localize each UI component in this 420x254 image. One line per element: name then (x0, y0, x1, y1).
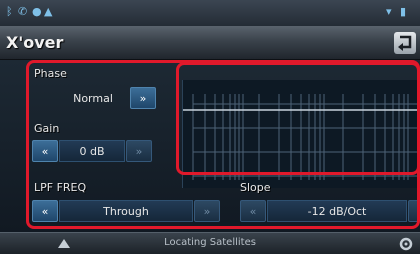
battery-icon: ▮ (400, 5, 407, 18)
settings-icon[interactable] (398, 236, 414, 252)
return-icon (398, 35, 412, 51)
signal-icon: ▾ (386, 5, 392, 18)
bottom-bar: Locating Satellites (0, 232, 420, 254)
page-title: X'over (6, 33, 64, 52)
xover-panel: Phase Normal » Gain « 0 dB » LPF FREQ « … (0, 60, 420, 232)
back-button[interactable] (394, 32, 416, 54)
status-bar: ᛒ ✆ ● ▲ ▾ ▮ (0, 0, 420, 26)
phone-icon: ✆ (18, 5, 28, 18)
bluetooth-icon: ᛒ (6, 5, 13, 18)
status-message: Locating Satellites (164, 237, 256, 248)
warning-icon: ▲ (44, 5, 53, 18)
dot-icon: ● (32, 5, 42, 18)
title-bar: X'over (0, 26, 420, 60)
highlight-frame-graph (176, 62, 420, 175)
